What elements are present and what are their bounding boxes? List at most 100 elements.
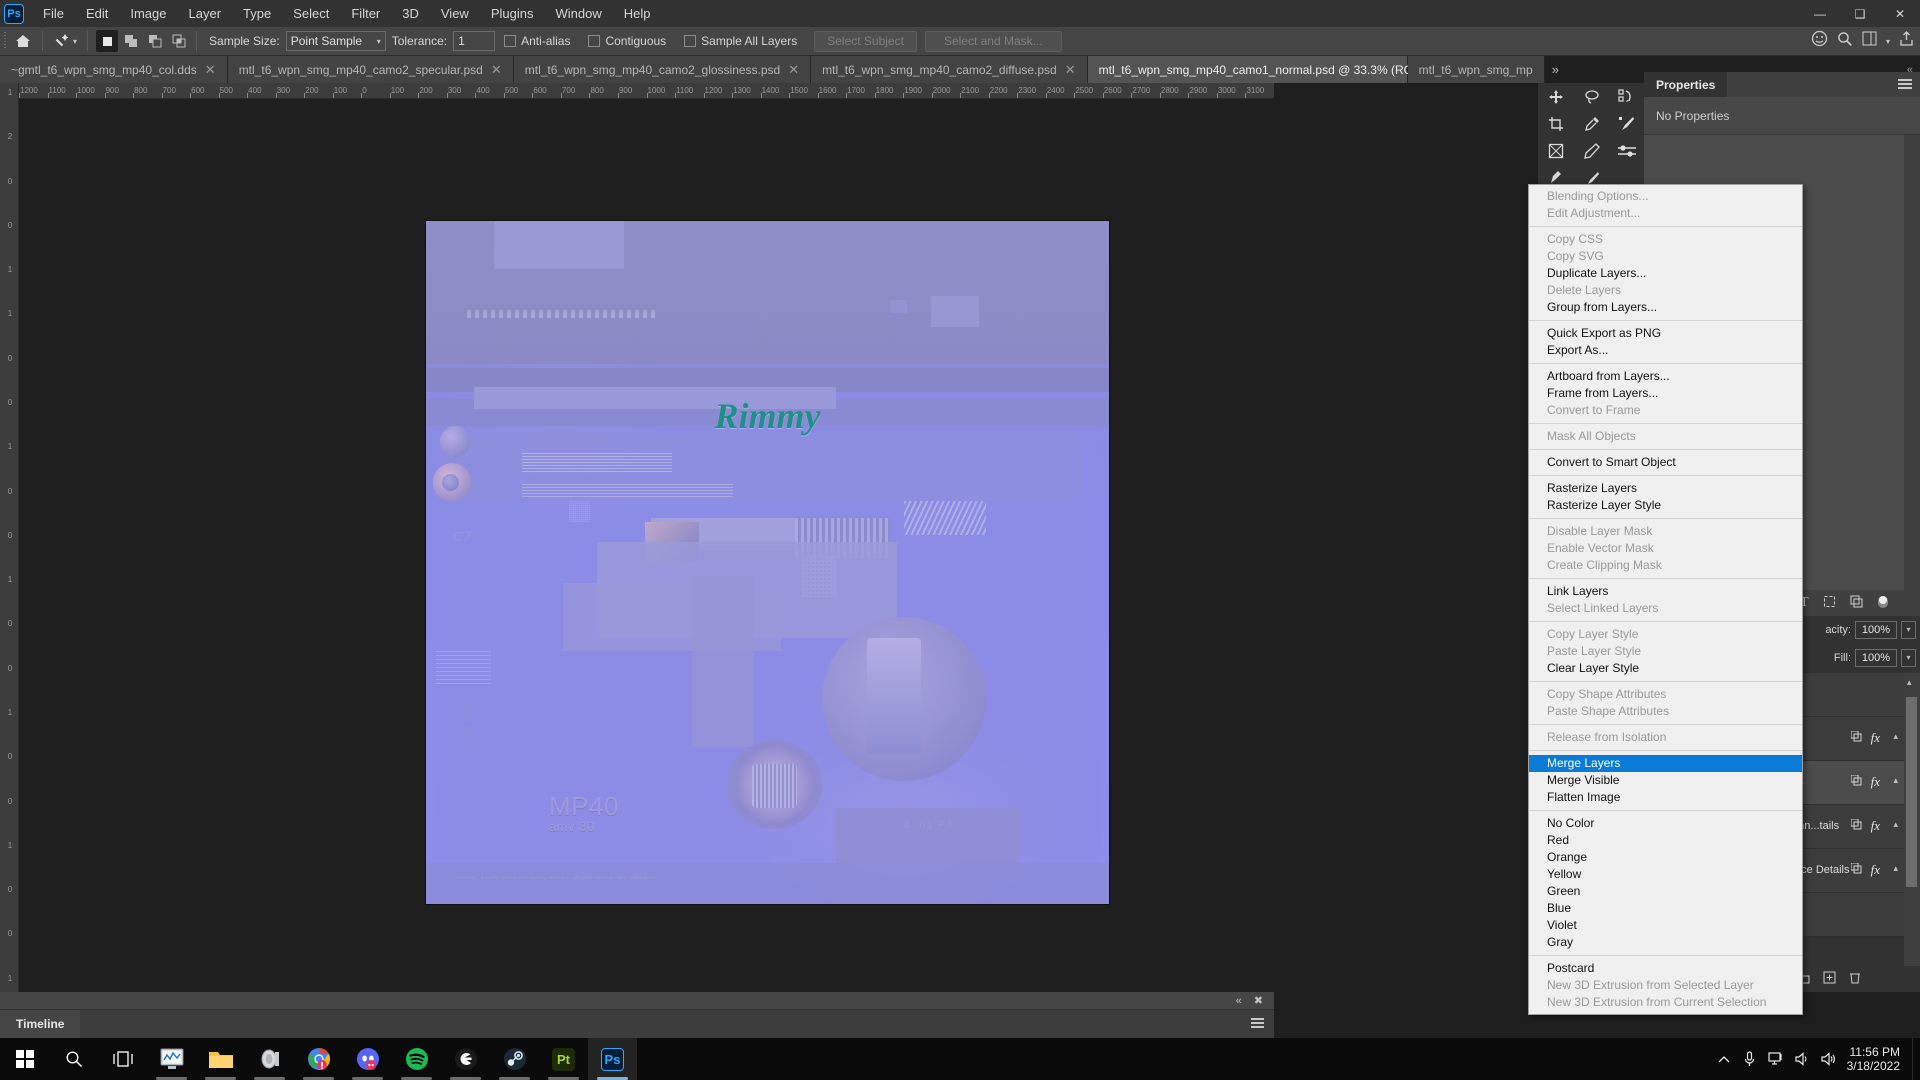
selection-mode-subtract[interactable]	[144, 30, 166, 52]
start-button[interactable]	[0, 1038, 49, 1080]
document-tab-1[interactable]: ~gmtl_t6_wpn_smg_mp40_col.dds ✕	[0, 56, 228, 83]
menu-item-postcard[interactable]: Postcard	[1529, 960, 1802, 977]
close-icon[interactable]: ✕	[205, 63, 216, 76]
selection-mode-intersect[interactable]	[168, 30, 190, 52]
clock[interactable]: 11:56 PM 3/18/2022	[1841, 1045, 1912, 1073]
menu-item-duplicate-layers[interactable]: Duplicate Layers...	[1529, 265, 1802, 282]
close-icon[interactable]: ✕	[788, 63, 799, 76]
layers-list[interactable]: fx ▴ es fx ▴ ghn...tails fx ▴ face D	[1790, 673, 1904, 973]
chevron-up-icon[interactable]: ▴	[1893, 731, 1898, 742]
sample-all-layers-checkbox[interactable]: Sample All Layers	[684, 34, 797, 48]
layer-effects-icon[interactable]: fx	[1871, 774, 1880, 790]
chevron-up-icon[interactable]: ▴	[1893, 863, 1898, 874]
chevron-down-icon[interactable]: ▾	[1886, 37, 1890, 46]
face-aware-icon[interactable]	[1811, 30, 1828, 52]
selection-mode-add[interactable]	[120, 30, 142, 52]
menu-item-rasterize-layers[interactable]: Rasterize Layers	[1529, 480, 1802, 497]
taskbar-file-explorer[interactable]	[196, 1038, 245, 1080]
menu-item-red[interactable]: Red	[1529, 832, 1802, 849]
menu-3d[interactable]: 3D	[391, 0, 430, 27]
link-layers-icon[interactable]	[1851, 863, 1862, 877]
close-icon[interactable]: ✕	[1065, 63, 1076, 76]
chevron-up-icon[interactable]: ▴	[1907, 677, 1912, 688]
menu-item-rasterize-layer-style[interactable]: Rasterize Layer Style	[1529, 497, 1802, 514]
menu-type[interactable]: Type	[232, 0, 282, 27]
menu-window[interactable]: Window	[544, 0, 612, 27]
menu-item-frame-from-layers[interactable]: Frame from Layers...	[1529, 385, 1802, 402]
taskbar-steam[interactable]	[490, 1038, 539, 1080]
show-desktop-button[interactable]	[1912, 1038, 1920, 1080]
layer-context-menu[interactable]: Blending Options...Edit Adjustment...Cop…	[1528, 184, 1803, 1015]
minimize-button[interactable]: —	[1800, 0, 1840, 27]
document-canvas-normal-map[interactable]: C7 Rimmy MP40 amv 80 24440 6. 81 P4 · Pa…	[426, 221, 1109, 904]
menu-view[interactable]: View	[430, 0, 480, 27]
select-and-mask-button[interactable]: Select and Mask...	[925, 31, 1062, 52]
menu-item-gray[interactable]: Gray	[1529, 934, 1802, 951]
menu-item-merge-visible[interactable]: Merge Visible	[1529, 772, 1802, 789]
menu-item-clear-layer-style[interactable]: Clear Layer Style	[1529, 660, 1802, 677]
tab-properties[interactable]: Properties	[1644, 72, 1727, 97]
menu-item-convert-to-smart-object[interactable]: Convert to Smart Object	[1529, 454, 1802, 471]
taskbar-chrome[interactable]	[294, 1038, 343, 1080]
menu-item-blue[interactable]: Blue	[1529, 900, 1802, 917]
share-icon[interactable]	[1899, 31, 1914, 51]
table-row[interactable]	[1790, 673, 1904, 717]
magic-wand-icon[interactable]: ▾	[49, 30, 81, 52]
shape-filter-icon[interactable]	[1823, 595, 1836, 611]
menu-file[interactable]: File	[32, 0, 75, 27]
table-row[interactable]: fx ▴	[1790, 717, 1904, 761]
fill-input[interactable]: 100%	[1855, 649, 1897, 667]
menu-item-quick-export-as-png[interactable]: Quick Export as PNG	[1529, 325, 1802, 342]
eyedropper-tool-icon[interactable]	[1574, 110, 1610, 137]
color-sampler-tool-icon[interactable]	[1574, 137, 1610, 164]
volume-icon[interactable]	[1789, 1038, 1815, 1080]
move-tool-icon[interactable]	[1538, 83, 1574, 110]
menu-edit[interactable]: Edit	[75, 0, 119, 27]
search-button[interactable]	[49, 1038, 98, 1080]
menu-image[interactable]: Image	[119, 0, 177, 27]
taskbar-substance-painter[interactable]: Pt	[539, 1038, 588, 1080]
smart-object-filter-icon[interactable]	[1850, 595, 1863, 611]
3d-tool-icon[interactable]	[1610, 83, 1644, 110]
horizontal-ruler[interactable]: 1200110010009008007006005004003002001000…	[19, 83, 1274, 99]
document-tab-3[interactable]: mtl_t6_wpn_smg_mp40_camo2_glossiness.psd…	[514, 56, 811, 83]
table-row[interactable]: es fx ▴	[1790, 761, 1904, 805]
workspace-icon[interactable]	[1862, 31, 1877, 51]
search-icon[interactable]	[1837, 31, 1853, 52]
taskbar-discord[interactable]	[343, 1038, 392, 1080]
options-bar-grip[interactable]	[0, 27, 10, 55]
layers-panel-scrollbar[interactable]: ▴	[1904, 673, 1920, 973]
scrollbar-thumb[interactable]	[1906, 697, 1917, 887]
menu-item-yellow[interactable]: Yellow	[1529, 866, 1802, 883]
taskbar-logitech-ghub[interactable]	[441, 1038, 490, 1080]
restore-button[interactable]: ❑	[1840, 0, 1880, 27]
close-icon[interactable]: ✕	[491, 63, 502, 76]
document-tab-4[interactable]: mtl_t6_wpn_smg_mp40_camo2_diffuse.psd ✕	[811, 56, 1088, 83]
crop-tool-icon[interactable]	[1538, 110, 1574, 137]
tab-overflow-button[interactable]: »	[1545, 56, 1566, 83]
panel-menu-icon[interactable]	[1251, 1016, 1264, 1034]
contiguous-checkbox[interactable]: Contiguous	[588, 34, 666, 48]
collapse-icon[interactable]: «	[1236, 995, 1242, 1007]
menu-layer[interactable]: Layer	[178, 0, 233, 27]
adjustments-tool-icon[interactable]	[1610, 137, 1644, 164]
chevron-down-icon[interactable]: ▾	[73, 37, 77, 46]
home-icon[interactable]	[10, 30, 36, 52]
panel-menu-icon[interactable]	[1898, 79, 1912, 92]
volume-icon-secondary[interactable]	[1815, 1038, 1841, 1080]
toggle-filter-icon[interactable]	[1877, 594, 1889, 613]
taskbar-photoshop[interactable]: Ps	[588, 1038, 637, 1080]
menu-item-link-layers[interactable]: Link Layers	[1529, 583, 1802, 600]
properties-panel-scrollbar[interactable]	[1904, 135, 1920, 590]
network-icon[interactable]	[1763, 1038, 1789, 1080]
menu-item-orange[interactable]: Orange	[1529, 849, 1802, 866]
sample-size-select[interactable]: Point Sample ▾	[286, 31, 386, 51]
menu-item-violet[interactable]: Violet	[1529, 917, 1802, 934]
tab-timeline[interactable]: Timeline	[0, 1010, 80, 1038]
layer-effects-icon[interactable]: fx	[1871, 862, 1880, 878]
document-tab-6[interactable]: mtl_t6_wpn_smg_mp	[1408, 56, 1545, 83]
menu-item-artboard-from-layers[interactable]: Artboard from Layers...	[1529, 368, 1802, 385]
taskbar-spotify[interactable]	[392, 1038, 441, 1080]
menu-item-no-color[interactable]: No Color	[1529, 815, 1802, 832]
anti-alias-checkbox[interactable]: Anti-alias	[504, 34, 570, 48]
